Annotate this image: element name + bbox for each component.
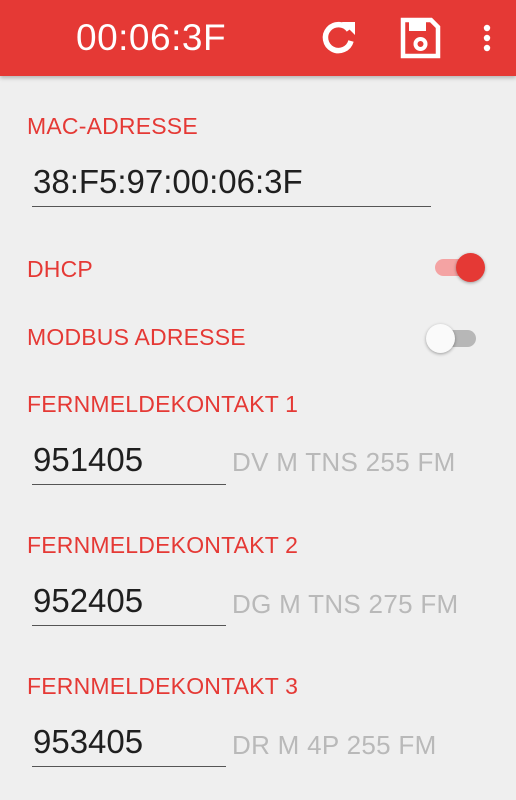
save-icon: [400, 17, 441, 59]
dhcp-toggle[interactable]: [433, 250, 485, 284]
mac-address-field[interactable]: 38:F5:97:00:06:3F: [32, 162, 431, 207]
more-options-button[interactable]: [463, 14, 511, 62]
modbus-address-label: MODBUS ADRESSE: [27, 324, 246, 350]
modbus-address-toggle[interactable]: [426, 321, 478, 355]
modbus-toggle-thumb: [426, 324, 455, 353]
contact-3-label: FERNMELDEKONTAKT 3: [27, 673, 299, 699]
contact-2-label: FERNMELDEKONTAKT 2: [27, 532, 299, 558]
refresh-button[interactable]: [314, 14, 362, 62]
contact-2-field[interactable]: 952405: [32, 581, 226, 626]
dhcp-toggle-thumb: [456, 253, 485, 282]
contact-1-field[interactable]: 951405: [32, 440, 226, 485]
contact-3-hint: DR M 4P 255 FM: [232, 730, 437, 760]
app-bar: 00:06:3F: [0, 0, 516, 76]
more-vert-icon: [483, 24, 491, 52]
dhcp-label: DHCP: [27, 256, 93, 282]
save-button[interactable]: [396, 14, 444, 62]
refresh-icon: [322, 21, 355, 54]
mac-address-label: MAC-ADRESSE: [27, 113, 198, 139]
contact-1-hint: DV M TNS 255 FM: [232, 447, 456, 477]
contact-2-hint: DG M TNS 275 FM: [232, 589, 459, 619]
page-title: 00:06:3F: [76, 17, 227, 58]
contact-1-label: FERNMELDEKONTAKT 1: [27, 391, 299, 417]
contact-3-field[interactable]: 953405: [32, 722, 226, 767]
